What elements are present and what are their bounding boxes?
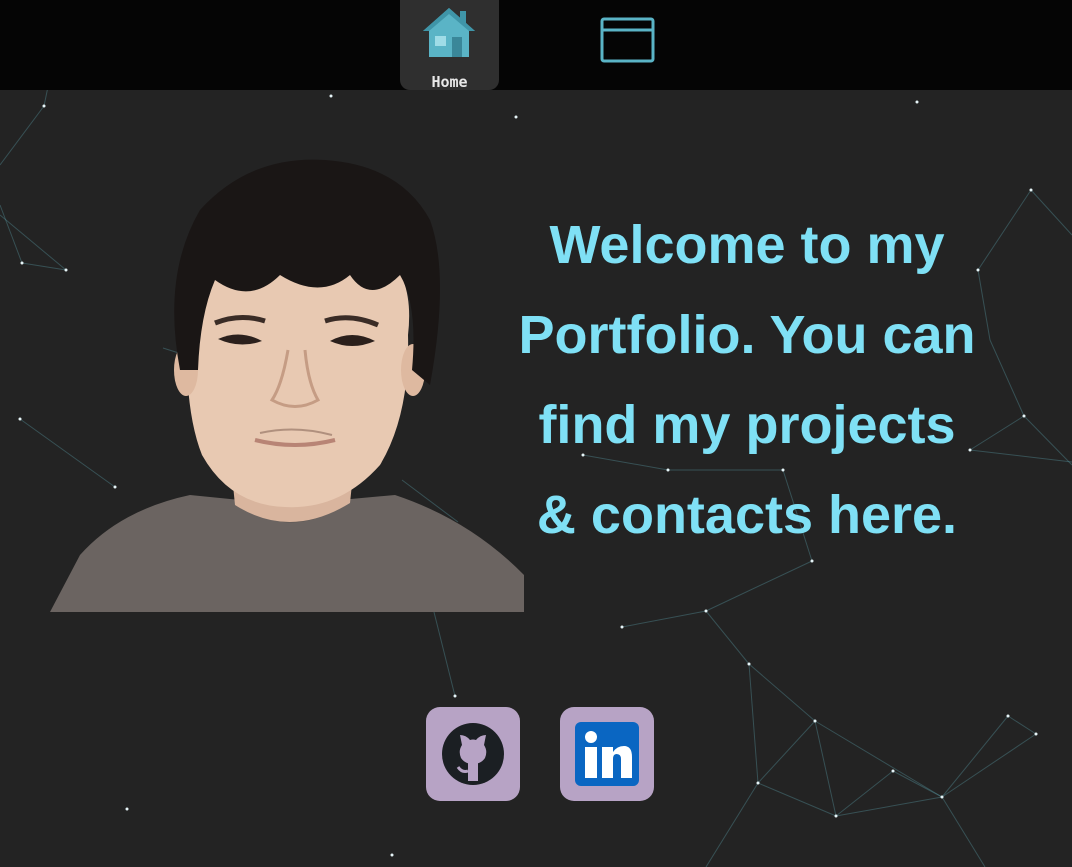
nav-window-button[interactable] (598, 14, 658, 68)
welcome-heading: Welcome to my Portfolio. You can find my… (462, 200, 1032, 560)
page: Home Welcome to my Portfolio. You can fi… (0, 0, 1072, 867)
browser-window-icon (600, 17, 655, 63)
welcome-line: Portfolio. You can (518, 305, 976, 365)
linkedin-icon (575, 722, 639, 786)
welcome-line: find my projects (538, 395, 956, 455)
linkedin-link[interactable] (560, 707, 654, 801)
github-icon (442, 723, 504, 785)
nav-home-button[interactable]: Home (400, 0, 499, 91)
welcome-line: & contacts here. (536, 485, 958, 545)
nav-home-label: Home (431, 73, 468, 91)
profile-photo (50, 159, 524, 612)
top-nav-bar: Home (0, 0, 1072, 91)
welcome-line: Welcome to my (549, 215, 945, 275)
home-icon (423, 8, 475, 57)
github-link[interactable] (426, 707, 520, 801)
